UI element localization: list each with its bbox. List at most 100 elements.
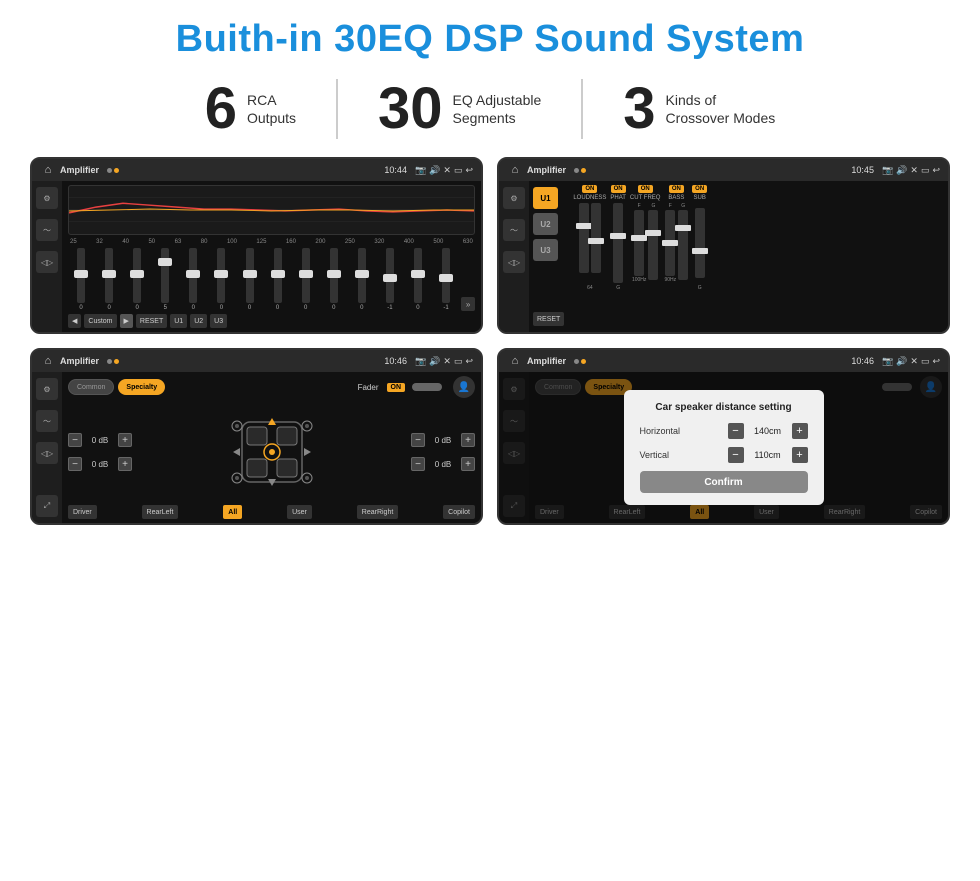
- slider-track-4[interactable]: [161, 248, 169, 303]
- screen4-title: Amplifier: [527, 356, 566, 366]
- screen2-content: ⚙ 〜 ◁▷ U1 U2 U3 RESET ON: [499, 181, 948, 332]
- u1-btn[interactable]: U1: [533, 187, 558, 209]
- cutfreq-slider1[interactable]: [634, 210, 644, 276]
- confirm-button[interactable]: Confirm: [640, 471, 808, 493]
- screen3-home-icon[interactable]: ⌂: [40, 353, 56, 369]
- vertical-plus-btn[interactable]: +: [792, 447, 808, 463]
- horizontal-plus-btn[interactable]: +: [792, 423, 808, 439]
- eq-u3-btn[interactable]: U3: [210, 314, 227, 328]
- eq-play-btn[interactable]: ▶: [120, 314, 133, 328]
- eq-reset-btn[interactable]: RESET: [136, 314, 167, 328]
- slider-track-8[interactable]: [274, 248, 282, 303]
- slider-col-1: 0: [68, 248, 94, 311]
- s3-vol-btn[interactable]: ◁▷: [36, 442, 58, 464]
- slider-col-2: 0: [96, 248, 122, 311]
- vol-bl-minus[interactable]: −: [68, 457, 82, 471]
- user-btn[interactable]: User: [287, 505, 312, 519]
- rearright-btn[interactable]: RearRight: [357, 505, 399, 519]
- screen2-home-icon[interactable]: ⌂: [507, 162, 523, 178]
- x-icon: ✕: [443, 165, 451, 176]
- eq-more-btn[interactable]: »: [461, 297, 475, 311]
- screen2-dot1: [574, 168, 579, 173]
- slider-track-1[interactable]: [77, 248, 85, 303]
- s4-back-icon[interactable]: ↩: [932, 356, 940, 367]
- s3-filter-btn[interactable]: ⚙: [36, 378, 58, 400]
- page-container: Buith-in 30EQ DSP Sound System 6 RCAOutp…: [0, 0, 980, 881]
- vol-tl-minus[interactable]: −: [68, 433, 82, 447]
- slider-track-9[interactable]: [302, 248, 310, 303]
- eq-vol-btn[interactable]: ◁▷: [36, 251, 58, 273]
- slider-track-3[interactable]: [133, 248, 141, 303]
- phat-slider[interactable]: [613, 203, 623, 283]
- slider-val-13: 0: [416, 305, 419, 311]
- eq-u2-btn[interactable]: U2: [190, 314, 207, 328]
- vol-tr-plus[interactable]: +: [461, 433, 475, 447]
- s3-expand-btn[interactable]: ⤢: [36, 495, 58, 517]
- vol-br-minus[interactable]: −: [411, 457, 425, 471]
- s2-filter-btn[interactable]: ⚙: [503, 187, 525, 209]
- slider-col-14: -1: [433, 248, 459, 311]
- stat-eq-number: 30: [378, 80, 443, 138]
- slider-track-6[interactable]: [217, 248, 225, 303]
- s3-back-icon[interactable]: ↩: [465, 356, 473, 367]
- slider-track-11[interactable]: [358, 248, 366, 303]
- eq-prev-btn[interactable]: ◀: [68, 314, 81, 328]
- vol-tr-minus[interactable]: −: [411, 433, 425, 447]
- slider-track-5[interactable]: [189, 248, 197, 303]
- eq-filter-btn[interactable]: ⚙: [36, 187, 58, 209]
- screens-grid: ⌂ Amplifier 10:44 📷 🔊 ✕ ▭ ↩ ⚙ 〜: [30, 157, 950, 525]
- slider-val-2: 0: [107, 305, 110, 311]
- screen2-status-bar: ⌂ Amplifier 10:45 📷 🔊 ✕ ▭ ↩: [499, 159, 948, 181]
- screen3-title: Amplifier: [60, 356, 99, 366]
- freq-40: 40: [122, 239, 129, 245]
- vol-bl-plus[interactable]: +: [118, 457, 132, 471]
- vertical-minus-btn[interactable]: −: [728, 447, 744, 463]
- slider-track-12[interactable]: [386, 248, 394, 303]
- horizontal-control: − 140cm +: [728, 423, 808, 439]
- horizontal-minus-btn[interactable]: −: [728, 423, 744, 439]
- loudness-slider2[interactable]: [591, 203, 601, 273]
- vol-tl-plus[interactable]: +: [118, 433, 132, 447]
- fader-on-badge[interactable]: ON: [387, 383, 406, 392]
- vol-br: − 0 dB +: [411, 457, 475, 471]
- s2-vol-btn[interactable]: ◁▷: [503, 251, 525, 273]
- cutfreq-slider2[interactable]: [648, 210, 658, 280]
- u2-btn[interactable]: U2: [533, 213, 558, 235]
- bass-slider2[interactable]: [678, 210, 688, 280]
- slider-track-10[interactable]: [330, 248, 338, 303]
- s2-reset-btn[interactable]: RESET: [533, 312, 564, 326]
- s2-back-icon[interactable]: ↩: [932, 165, 940, 176]
- driver-btn[interactable]: Driver: [68, 505, 97, 519]
- vol-br-val: 0 dB: [428, 460, 458, 469]
- slider-track-2[interactable]: [105, 248, 113, 303]
- specialty-mode-btn[interactable]: Specialty: [118, 379, 165, 395]
- fader-settings-icon[interactable]: 👤: [453, 376, 475, 398]
- cutfreq-on: ON: [638, 185, 653, 193]
- copilot-btn[interactable]: Copilot: [443, 505, 475, 519]
- fader-bottom-btns: Driver RearLeft All User RearRight Copil…: [68, 505, 475, 519]
- common-mode-btn[interactable]: Common: [68, 379, 114, 395]
- main-title: Buith-in 30EQ DSP Sound System: [30, 18, 950, 61]
- all-btn[interactable]: All: [223, 505, 242, 519]
- screen4-home-icon[interactable]: ⌂: [507, 353, 523, 369]
- s2-wave-btn[interactable]: 〜: [503, 219, 525, 241]
- fader-slider-bar[interactable]: [412, 383, 442, 391]
- screen3-status-bar: ⌂ Amplifier 10:46 📷 🔊 ✕ ▭ ↩: [32, 350, 481, 372]
- home-icon[interactable]: ⌂: [40, 162, 56, 178]
- back-icon[interactable]: ↩: [465, 165, 473, 176]
- slider-track-14[interactable]: [442, 248, 450, 303]
- screen-fader: ⌂ Amplifier 10:46 📷 🔊 ✕ ▭ ↩ ⚙ 〜: [30, 348, 483, 525]
- camera-icon: 📷: [415, 165, 426, 176]
- slider-track-13[interactable]: [414, 248, 422, 303]
- freq-320: 320: [374, 239, 384, 245]
- sub-slider[interactable]: [695, 208, 705, 278]
- s3-wave-btn[interactable]: 〜: [36, 410, 58, 432]
- bass-on: ON: [669, 185, 684, 193]
- rearleft-btn[interactable]: RearLeft: [142, 505, 179, 519]
- eq-wave-btn[interactable]: 〜: [36, 219, 58, 241]
- u3-btn[interactable]: U3: [533, 239, 558, 261]
- bass-slider1[interactable]: [665, 210, 675, 276]
- eq-u1-btn[interactable]: U1: [170, 314, 187, 328]
- vol-br-plus[interactable]: +: [461, 457, 475, 471]
- slider-track-7[interactable]: [246, 248, 254, 303]
